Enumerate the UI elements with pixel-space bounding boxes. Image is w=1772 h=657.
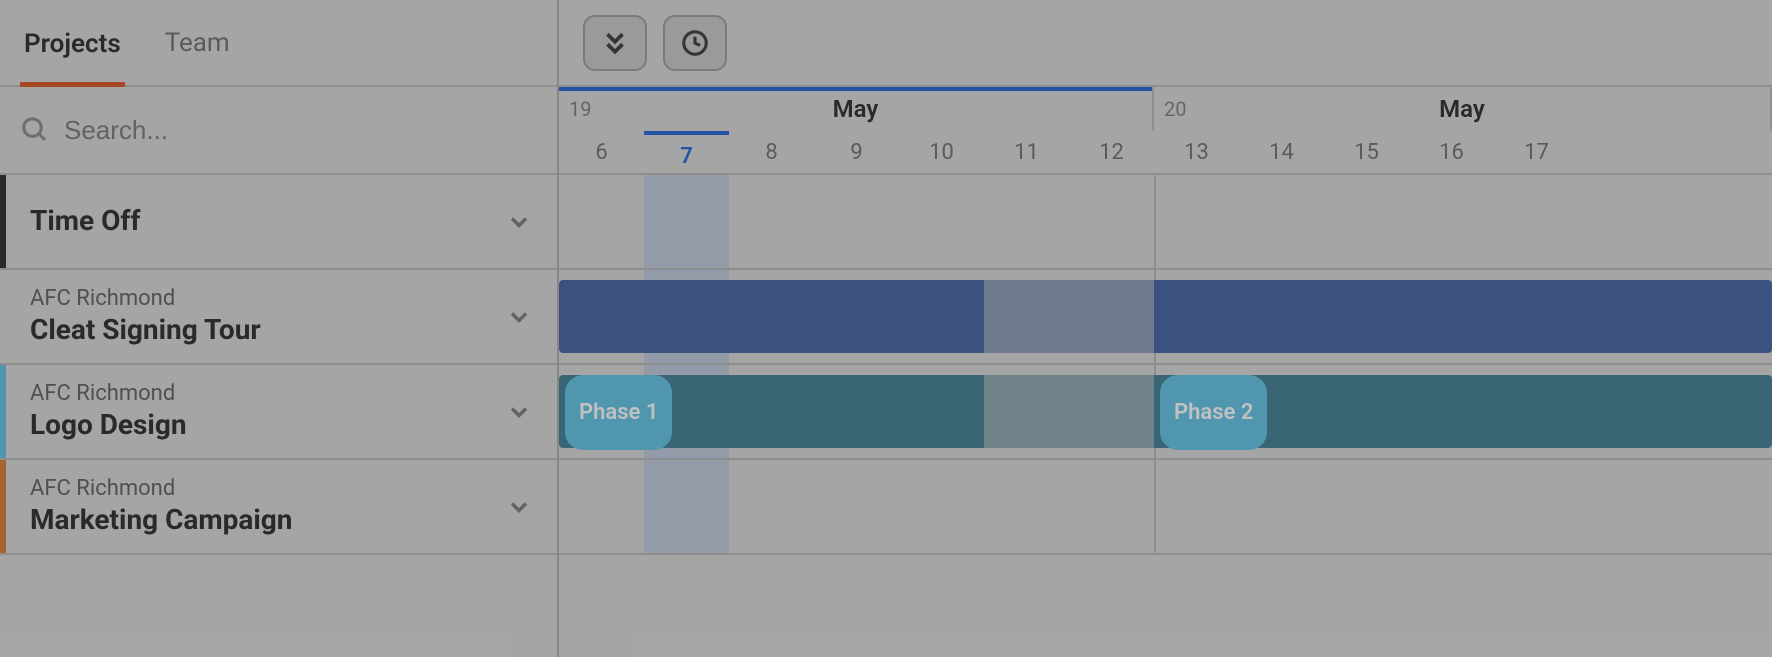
timeline-row-marketing[interactable] — [559, 460, 1772, 555]
timeline-toolbar — [559, 0, 1772, 87]
day-header-15[interactable]: 15 — [1324, 131, 1409, 175]
day-header-10[interactable]: 10 — [899, 131, 984, 175]
project-name: Time Off — [30, 206, 505, 237]
timeline-row-logo[interactable]: Phase 1 Phase 2 — [559, 365, 1772, 460]
clock-icon — [680, 28, 710, 58]
search-input[interactable] — [64, 115, 537, 146]
project-client: AFC Richmond — [30, 477, 505, 501]
project-row-marketing[interactable]: AFC Richmond Marketing Campaign — [0, 460, 557, 555]
phase-chip-2[interactable]: Phase 2 — [1160, 375, 1267, 450]
expand-all-button[interactable] — [583, 15, 647, 71]
chevron-down-icon[interactable] — [505, 493, 533, 521]
chevron-down-icon[interactable] — [505, 398, 533, 426]
week-19[interactable]: 19 May — [559, 87, 1154, 131]
day-header-7[interactable]: 7 — [644, 131, 729, 175]
chevron-down-icon[interactable] — [505, 208, 533, 236]
search-row — [0, 87, 557, 175]
days-row: 67891011121314151617 — [559, 131, 1772, 175]
sidebar: Projects Team Time Off AFC Richmond Clea… — [0, 0, 559, 657]
project-row-time-off[interactable]: Time Off — [0, 175, 557, 270]
day-header-14[interactable]: 14 — [1239, 131, 1324, 175]
weekend-gap — [984, 375, 1154, 448]
tab-team[interactable]: Team — [161, 0, 234, 86]
day-header-9[interactable]: 9 — [814, 131, 899, 175]
clock-button[interactable] — [663, 15, 727, 71]
project-client: AFC Richmond — [30, 382, 505, 406]
project-row-logo[interactable]: AFC Richmond Logo Design — [0, 365, 557, 460]
calendar-header: 19 May 20 May 67891011121314151617 — [559, 87, 1772, 175]
day-header-8[interactable]: 8 — [729, 131, 814, 175]
project-accent — [0, 460, 6, 553]
sidebar-tabs: Projects Team — [0, 0, 557, 87]
day-header-12[interactable]: 12 — [1069, 131, 1154, 175]
project-accent — [0, 175, 6, 268]
week-number: 20 — [1154, 97, 1186, 121]
phase-chip-1[interactable]: Phase 1 — [565, 375, 672, 450]
timeline-row-cleat[interactable] — [559, 270, 1772, 365]
day-header-17[interactable]: 17 — [1494, 131, 1579, 175]
week-month: May — [833, 95, 879, 123]
main-panel: 19 May 20 May 67891011121314151617 — [559, 0, 1772, 657]
day-header-11[interactable]: 11 — [984, 131, 1069, 175]
day-header-13[interactable]: 13 — [1154, 131, 1239, 175]
timeline-row-time-off[interactable] — [559, 175, 1772, 270]
search-icon — [20, 115, 50, 145]
day-header-16[interactable]: 16 — [1409, 131, 1494, 175]
project-name: Logo Design — [30, 410, 505, 441]
project-client: AFC Richmond — [30, 287, 505, 311]
week-month: May — [1439, 95, 1485, 123]
week-number: 19 — [559, 97, 591, 121]
double-chevron-down-icon — [600, 28, 630, 58]
project-name: Marketing Campaign — [30, 505, 505, 536]
chevron-down-icon[interactable] — [505, 303, 533, 331]
tab-projects[interactable]: Projects — [20, 1, 125, 87]
timeline-body: Phase 1 Phase 2 — [559, 175, 1772, 555]
project-name: Cleat Signing Tour — [30, 315, 505, 346]
allocation-bar[interactable] — [559, 280, 1772, 353]
project-row-cleat[interactable]: AFC Richmond Cleat Signing Tour — [0, 270, 557, 365]
weekend-gap — [984, 280, 1154, 353]
project-accent — [0, 365, 6, 458]
week-20[interactable]: 20 May — [1154, 87, 1772, 131]
day-header-6[interactable]: 6 — [559, 131, 644, 175]
